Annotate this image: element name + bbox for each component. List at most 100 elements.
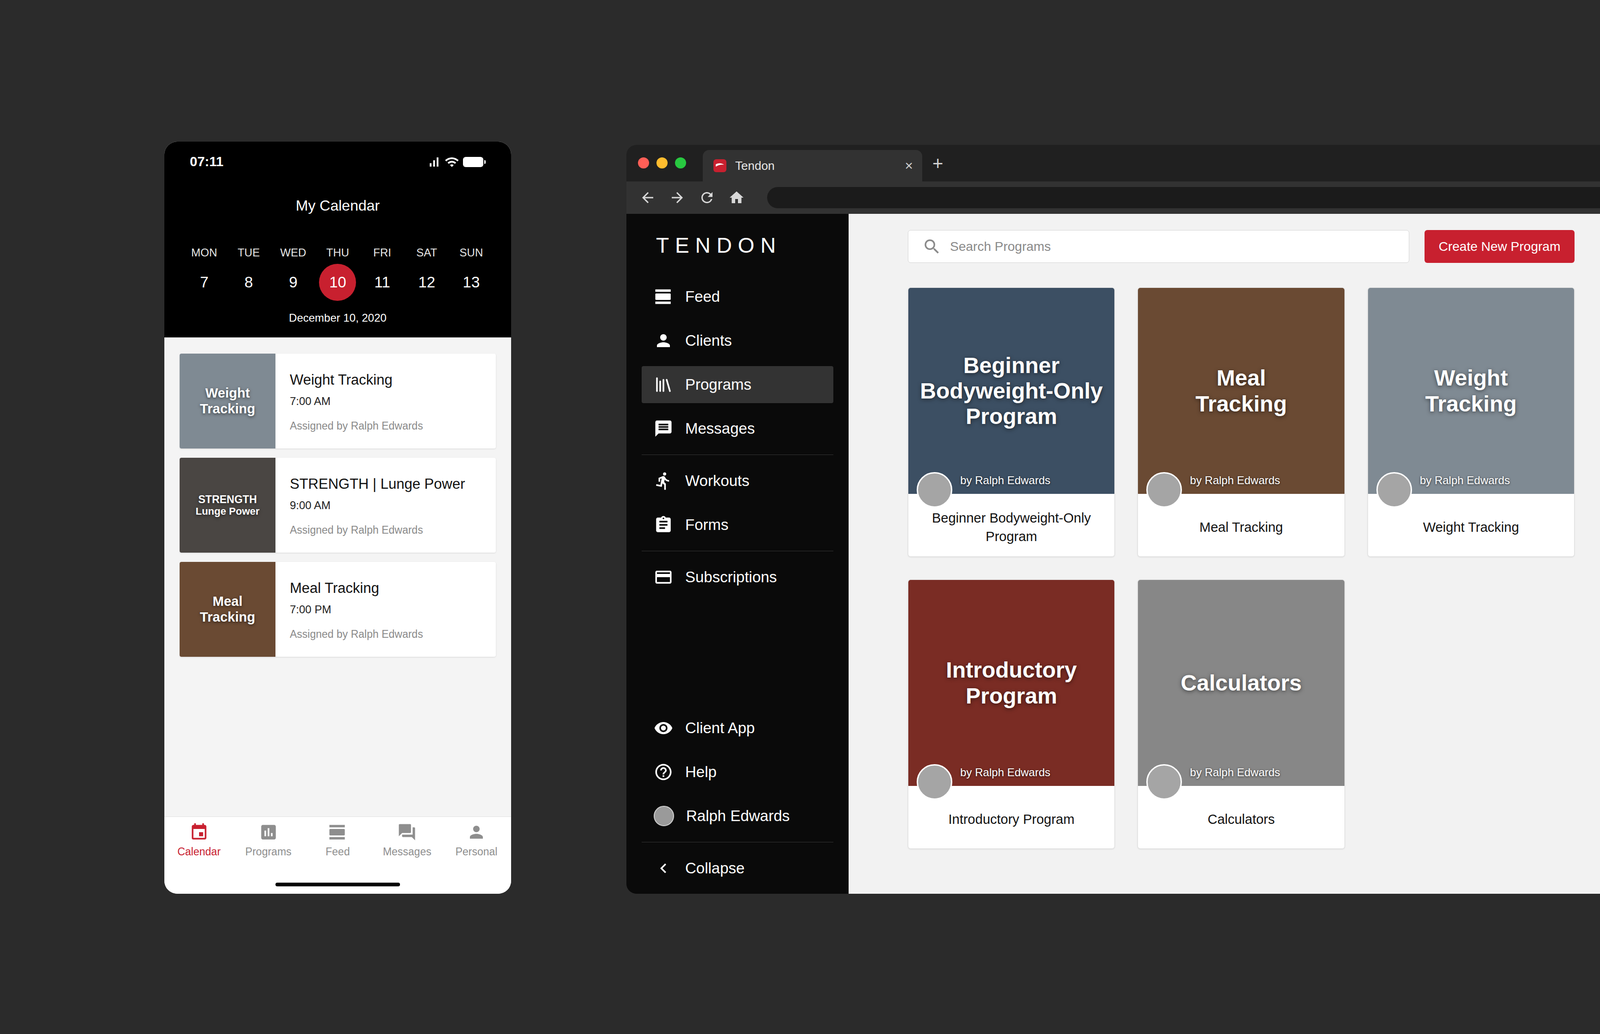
- reload-icon[interactable]: [698, 189, 716, 207]
- program-card[interactable]: IntroductoryProgramby Ralph EdwardsIntro…: [907, 579, 1115, 850]
- week-day[interactable]: TUE8: [226, 245, 271, 301]
- week-day[interactable]: SUN13: [449, 245, 494, 301]
- browser-tab[interactable]: Tendon ×: [702, 150, 923, 182]
- sidebar-item[interactable]: Subscriptions: [641, 558, 834, 596]
- logo: TENDON: [641, 233, 834, 258]
- programs-icon: [258, 822, 279, 843]
- nav-item[interactable]: Personal: [441, 817, 512, 861]
- thumbnail-title: Lunge Power: [195, 505, 260, 518]
- close-window-icon[interactable]: [637, 157, 650, 169]
- sidebar-item[interactable]: Workouts: [641, 462, 834, 500]
- wifi-icon: [444, 154, 460, 170]
- sidebar-label: Help: [685, 760, 717, 784]
- sidebar-label: Subscriptions: [685, 565, 777, 589]
- nav-label: Messages: [382, 843, 432, 861]
- top-bar: Search Programs Create New Program: [907, 230, 1575, 263]
- back-icon[interactable]: [639, 189, 657, 207]
- event-card[interactable]: WeightTrackingWeight Tracking7:00 AMAssi…: [179, 353, 496, 449]
- forward-icon[interactable]: [668, 189, 686, 207]
- sidebar-label: Programs: [685, 373, 752, 397]
- create-program-button[interactable]: Create New Program: [1424, 230, 1575, 263]
- sidebar-item[interactable]: Clients: [641, 322, 834, 360]
- new-tab-button[interactable]: +: [922, 144, 944, 182]
- program-card[interactable]: MealTrackingby Ralph EdwardsMeal Trackin…: [1137, 287, 1345, 557]
- day-name: FRI: [373, 245, 392, 260]
- toolbar: [626, 181, 1600, 214]
- nav-label: Personal: [455, 843, 498, 861]
- event-assigned: Assigned by Ralph Edwards: [289, 418, 424, 435]
- week-day[interactable]: SAT 12: [404, 245, 450, 301]
- calendar-title: My Calendar: [164, 191, 512, 220]
- sidebar-nav: Feed Clients Programs Messages Workouts Forms…: [641, 278, 834, 604]
- event-time: 9:00 AM: [289, 497, 465, 514]
- maximize-window-icon[interactable]: [675, 157, 687, 169]
- browser-window: Tendon × + TENDON Feed Clients Programs Message…: [626, 144, 1600, 894]
- author-avatar: [1146, 472, 1182, 508]
- sidebar-item[interactable]: Ralph Edwards: [641, 797, 834, 835]
- clients-icon: [653, 331, 674, 351]
- day-number[interactable]: 9: [274, 263, 312, 301]
- tab-title: Tendon: [735, 156, 897, 175]
- week-day[interactable]: FRI 11: [360, 245, 405, 301]
- day-number[interactable]: 10: [318, 263, 357, 301]
- sidebar-item[interactable]: Forms: [641, 506, 834, 544]
- day-number[interactable]: 12: [408, 263, 446, 301]
- week-day[interactable]: THU10: [315, 245, 360, 301]
- nav-label: Programs: [245, 843, 292, 861]
- event-card[interactable]: MealTrackingMeal Tracking7:00 PMAssigned…: [179, 562, 496, 657]
- day-number[interactable]: 11: [363, 263, 401, 301]
- thumbnail-title: Meal: [212, 593, 243, 610]
- signal-icon: [426, 155, 441, 169]
- tab-close[interactable]: ×: [904, 158, 913, 173]
- nav-item[interactable]: Programs: [233, 817, 304, 861]
- program-cover: WeightTrackingby Ralph Edwards: [1368, 287, 1575, 494]
- day-number[interactable]: 8: [230, 263, 268, 301]
- address-bar[interactable]: [767, 187, 1600, 209]
- subscriptions-icon: [653, 567, 674, 588]
- sidebar-item[interactable]: Messages: [641, 410, 834, 448]
- nav-item[interactable]: Messages: [372, 817, 442, 861]
- day-number[interactable]: 7: [185, 263, 223, 301]
- home-icon[interactable]: [728, 189, 745, 207]
- main-content: Search Programs Create New Program Beginne…: [848, 213, 1600, 894]
- event-time: 7:00 AM: [289, 393, 424, 410]
- nav-item[interactable]: Calendar: [164, 817, 234, 861]
- program-card[interactable]: BeginnerBodyweight-OnlyProgramby Ralph E…: [907, 287, 1115, 557]
- event-card[interactable]: STRENGTHLunge PowerSTRENGTH | Lunge Powe…: [179, 457, 496, 553]
- sidebar-item[interactable]: Programs: [641, 366, 834, 404]
- day-number[interactable]: 13: [452, 263, 490, 301]
- nav-label: Feed: [325, 843, 350, 861]
- day-name: SAT: [416, 245, 438, 260]
- program-card[interactable]: Calculatorsby Ralph EdwardsCalculators: [1137, 579, 1345, 850]
- collapse-button[interactable]: Collapse: [641, 842, 834, 894]
- program-cover: IntroductoryProgramby Ralph Edwards: [908, 580, 1115, 787]
- event-info: Weight Tracking 7:00 AM Assigned by Ralph …: [275, 353, 431, 449]
- week-day[interactable]: MON 7: [181, 245, 227, 301]
- sidebar-item[interactable]: Feed: [641, 278, 834, 316]
- week-day[interactable]: WED9: [270, 245, 316, 301]
- app: TENDON Feed Clients Programs Messages Workout…: [626, 213, 1600, 894]
- nav-item[interactable]: Feed: [303, 817, 373, 861]
- event-title: Weight Tracking: [289, 371, 424, 389]
- sidebar-item[interactable]: Help: [641, 753, 834, 791]
- chevron-left-icon: [653, 858, 674, 879]
- week-strip[interactable]: MON 7TUE8WED9THU10 FRI 11 SAT 12SUN13: [164, 245, 512, 301]
- sidebar-group: Workouts Forms: [641, 454, 834, 551]
- search-placeholder: Search Programs: [950, 237, 1051, 257]
- window-controls[interactable]: [626, 144, 703, 182]
- day-name: MON: [191, 245, 218, 260]
- eye-icon: [653, 718, 674, 738]
- sidebar-label: Messages: [685, 417, 755, 441]
- sidebar-label: Workouts: [685, 469, 750, 493]
- feed-icon: [327, 822, 348, 843]
- feed-icon: [653, 287, 674, 307]
- sidebar-group: Subscriptions: [641, 550, 834, 604]
- nav-label: Calendar: [177, 843, 221, 861]
- sidebar-item[interactable]: Client App: [641, 709, 834, 747]
- search-field[interactable]: Search Programs: [907, 230, 1410, 263]
- minimize-window-icon[interactable]: [656, 157, 668, 169]
- messages-icon: [653, 418, 674, 439]
- program-card[interactable]: WeightTrackingby Ralph EdwardsWeight Tra…: [1367, 287, 1575, 557]
- personal-icon: [466, 822, 487, 843]
- cover-title: Weight: [1434, 365, 1508, 391]
